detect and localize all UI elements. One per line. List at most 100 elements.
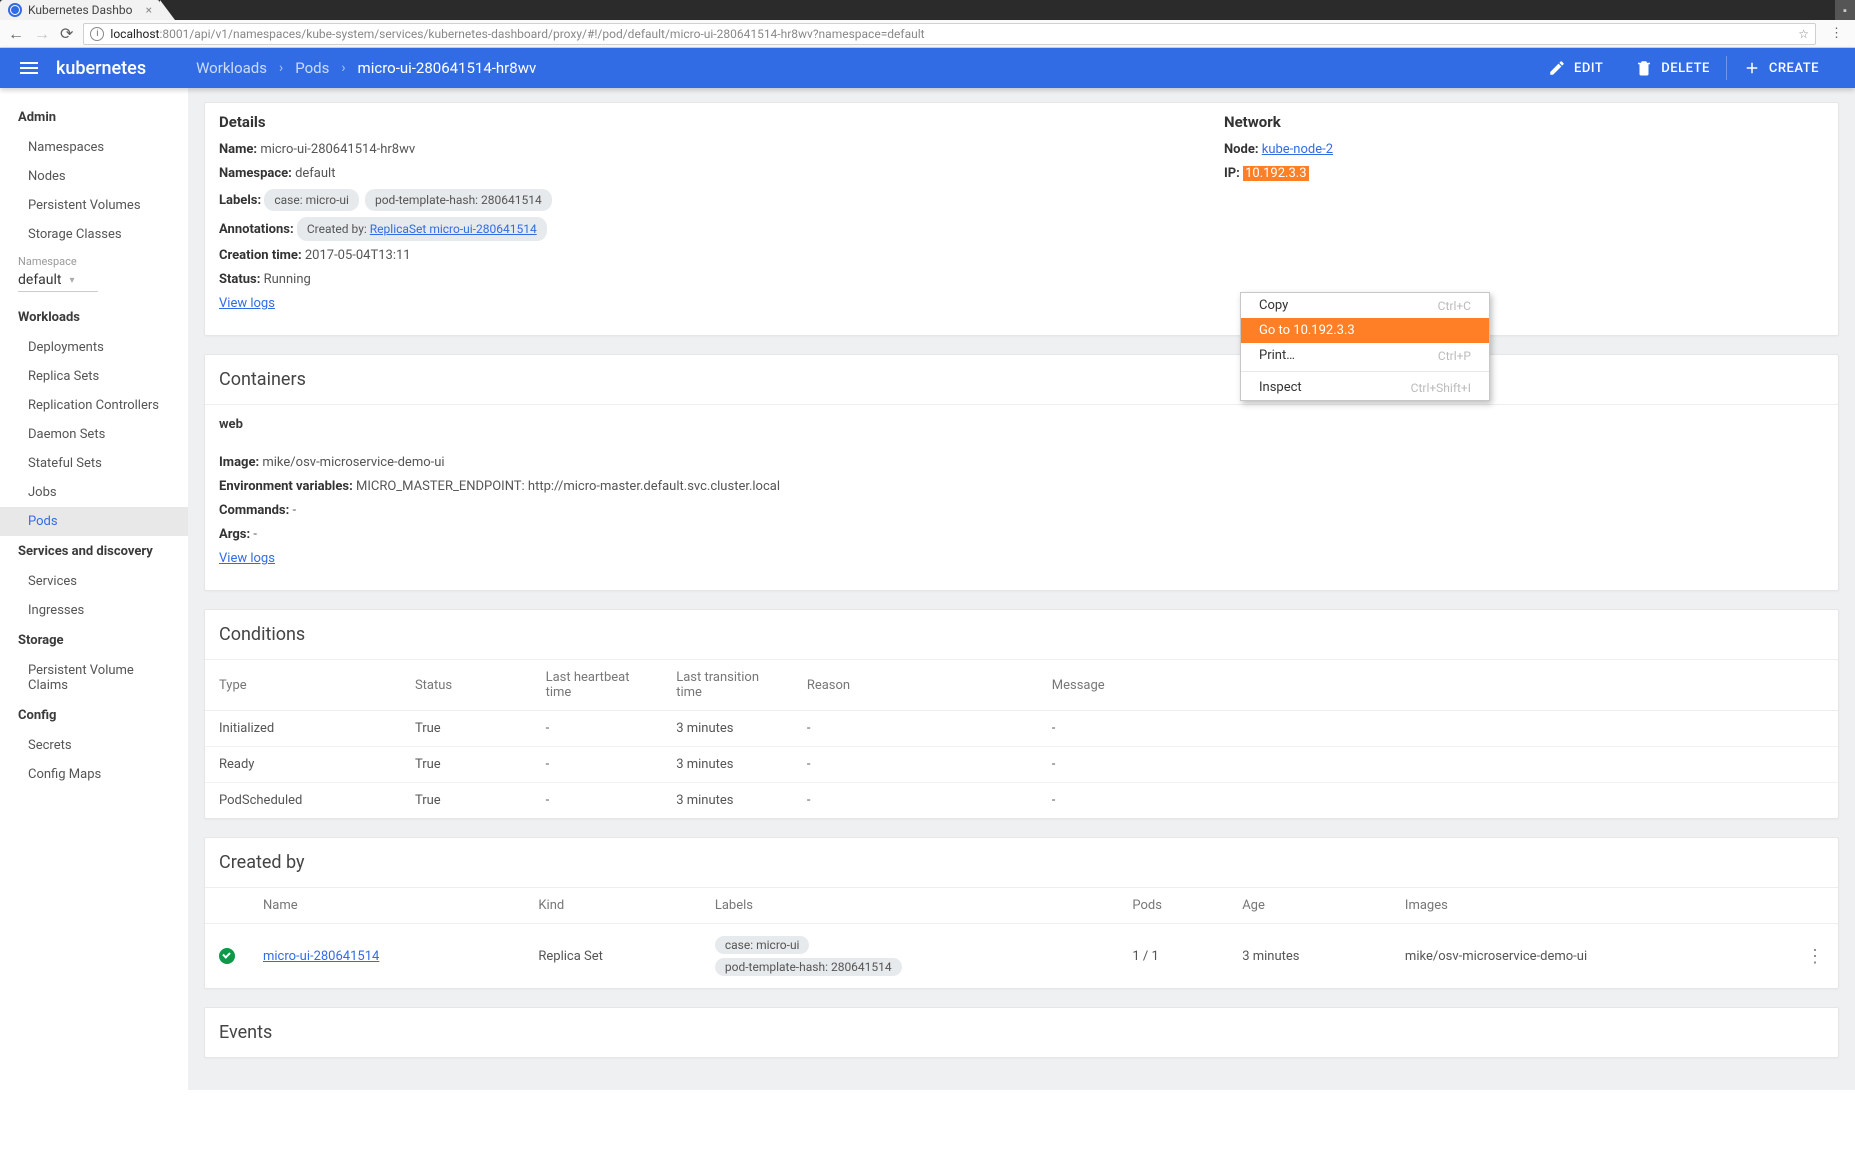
context-menu-item[interactable]: CopyCtrl+C [1241, 293, 1489, 318]
conditions-card: Conditions TypeStatusLast heartbeat time… [204, 609, 1839, 819]
sidebar-item-ingresses[interactable]: Ingresses [0, 596, 188, 625]
tab-title: Kubernetes Dashbo [28, 3, 132, 17]
conditions-heading: Conditions [205, 610, 1838, 660]
separator [1241, 371, 1489, 372]
sidebar-item-storage-classes[interactable]: Storage Classes [0, 220, 188, 249]
close-tab-icon[interactable]: × [146, 3, 152, 17]
sidebar-item-services[interactable]: Services [0, 567, 188, 596]
containers-heading: Containers [205, 355, 1838, 405]
reload-button[interactable]: ⟳ [60, 24, 73, 43]
context-menu-item[interactable]: Go to 10.192.3.3 [1241, 318, 1489, 343]
field-image: Image: mike/osv-microservice-demo-ui [219, 454, 1824, 472]
namespace-select[interactable]: default ▾ [18, 272, 98, 292]
pencil-icon [1548, 59, 1566, 77]
browser-tab-strip: Kubernetes Dashbo × ▪ [0, 0, 1855, 20]
resource-link[interactable]: micro-ui-280641514 [263, 949, 379, 964]
url-host: localhost [110, 27, 159, 41]
createdby-table: Name Kind Labels Pods Age Images micro-u… [205, 888, 1838, 988]
view-logs-link[interactable]: View logs [219, 296, 275, 311]
events-card: Events [204, 1007, 1839, 1058]
context-menu: CopyCtrl+CGo to 10.192.3.3Print…Ctrl+P In… [1240, 292, 1490, 401]
events-heading: Events [205, 1008, 1838, 1057]
sidebar-item-nodes[interactable]: Nodes [0, 162, 188, 191]
sidebar-item-stateful-sets[interactable]: Stateful Sets [0, 449, 188, 478]
create-button[interactable]: CREATE [1727, 48, 1835, 88]
sidebar-heading-services: Services and discovery [0, 536, 188, 567]
plus-icon [1743, 59, 1761, 77]
delete-button[interactable]: DELETE [1619, 48, 1726, 88]
crumb-current: micro-ui-280641514-hr8wv [358, 59, 537, 77]
edit-button[interactable]: EDIT [1532, 48, 1619, 88]
sidebar-heading-storage: Storage [0, 625, 188, 656]
label-pill: pod-template-hash: 280641514 [715, 958, 902, 976]
network-heading: Network [1224, 113, 1824, 131]
ip-value-highlighted[interactable]: 10.192.3.3 [1243, 166, 1308, 181]
field-status: Status: Running [219, 271, 1224, 289]
row-menu-icon[interactable]: ⋮ [1806, 946, 1824, 967]
details-card: Details Name: micro-ui-280641514-hr8wv N… [204, 102, 1839, 336]
kubernetes-favicon [8, 3, 22, 17]
table-row: micro-ui-280641514 Replica Set case: mic… [205, 924, 1838, 989]
details-heading: Details [219, 113, 1224, 131]
field-namespace: Namespace: default [219, 165, 1224, 183]
site-info-icon[interactable]: i [90, 27, 104, 41]
sidebar-heading-config: Config [0, 700, 188, 731]
column-header: Last transition time [662, 660, 793, 711]
field-ip: IP: 10.192.3.3 [1224, 165, 1824, 183]
sidebar-item-persistent-volume-claims[interactable]: Persistent Volume Claims [0, 656, 188, 700]
menu-icon[interactable] [20, 62, 38, 74]
field-name: Name: micro-ui-280641514-hr8wv [219, 141, 1224, 159]
status-ok-icon [219, 948, 235, 964]
field-env: Environment variables: MICRO_MASTER_ENDP… [219, 478, 1824, 496]
label-pill: case: micro-ui [715, 936, 810, 954]
browser-toolbar: ← → ⟳ i localhost :8001/api/v1/namespace… [0, 20, 1855, 48]
chevron-right-icon: › [341, 60, 345, 76]
sidebar-item-daemon-sets[interactable]: Daemon Sets [0, 420, 188, 449]
column-header: Last heartbeat time [532, 660, 663, 711]
namespace-label: Namespace [0, 249, 188, 268]
sidebar-item-persistent-volumes[interactable]: Persistent Volumes [0, 191, 188, 220]
breadcrumb: Workloads › Pods › micro-ui-280641514-hr… [196, 59, 536, 77]
sidebar-item-replication-controllers[interactable]: Replication Controllers [0, 391, 188, 420]
table-row: ReadyTrue-3 minutes-- [205, 747, 1838, 783]
browser-user-icon[interactable]: ▪ [1835, 0, 1855, 20]
sidebar-item-namespaces[interactable]: Namespaces [0, 133, 188, 162]
address-bar[interactable]: i localhost :8001/api/v1/namespaces/kube… [83, 23, 1816, 45]
sidebar-item-replica-sets[interactable]: Replica Sets [0, 362, 188, 391]
header-actions: EDIT DELETE CREATE [1532, 48, 1835, 88]
back-button[interactable]: ← [8, 24, 24, 44]
context-menu-item[interactable]: Print…Ctrl+P [1241, 343, 1489, 368]
containers-card: Containers web Image: mike/osv-microserv… [204, 354, 1839, 591]
table-row: PodScheduledTrue-3 minutes-- [205, 783, 1838, 819]
main-content: Details Name: micro-ui-280641514-hr8wv N… [188, 88, 1855, 1090]
column-header: Reason [793, 660, 1038, 711]
sidebar-item-deployments[interactable]: Deployments [0, 333, 188, 362]
field-node: Node: kube-node-2 [1224, 141, 1824, 159]
sidebar-item-secrets[interactable]: Secrets [0, 731, 188, 760]
container-name: web [205, 405, 1838, 438]
bookmark-icon[interactable]: ☆ [1798, 27, 1809, 41]
sidebar-item-config-maps[interactable]: Config Maps [0, 760, 188, 789]
sidebar-heading-admin: Admin [0, 102, 188, 133]
chevron-right-icon: › [279, 60, 283, 76]
app-title: kubernetes [56, 58, 146, 79]
trash-icon [1635, 59, 1653, 77]
sidebar-item-jobs[interactable]: Jobs [0, 478, 188, 507]
browser-menu-icon[interactable]: ⋮ [1826, 26, 1847, 41]
crumb-pods[interactable]: Pods [295, 59, 329, 77]
sidebar: Admin NamespacesNodesPersistent VolumesS… [0, 88, 188, 1090]
field-labels: Labels: case: micro-uipod-template-hash:… [219, 189, 1224, 211]
sidebar-item-pods[interactable]: Pods [0, 507, 188, 536]
createdby-heading: Created by [205, 838, 1838, 888]
view-logs-link[interactable]: View logs [219, 551, 275, 566]
crumb-workloads[interactable]: Workloads [196, 59, 267, 77]
table-row: InitializedTrue-3 minutes-- [205, 711, 1838, 747]
url-path: :8001/api/v1/namespaces/kube-system/serv… [159, 27, 924, 41]
node-link[interactable]: kube-node-2 [1262, 142, 1333, 157]
browser-tab[interactable]: Kubernetes Dashbo × [0, 0, 160, 20]
field-creation-time: Creation time: 2017-05-04T13:11 [219, 247, 1224, 265]
replicaset-link[interactable]: ReplicaSet micro-ui-280641514 [370, 222, 537, 236]
context-menu-item[interactable]: InspectCtrl+Shift+I [1241, 375, 1489, 400]
forward-button: → [34, 24, 50, 44]
column-header: Status [401, 660, 532, 711]
